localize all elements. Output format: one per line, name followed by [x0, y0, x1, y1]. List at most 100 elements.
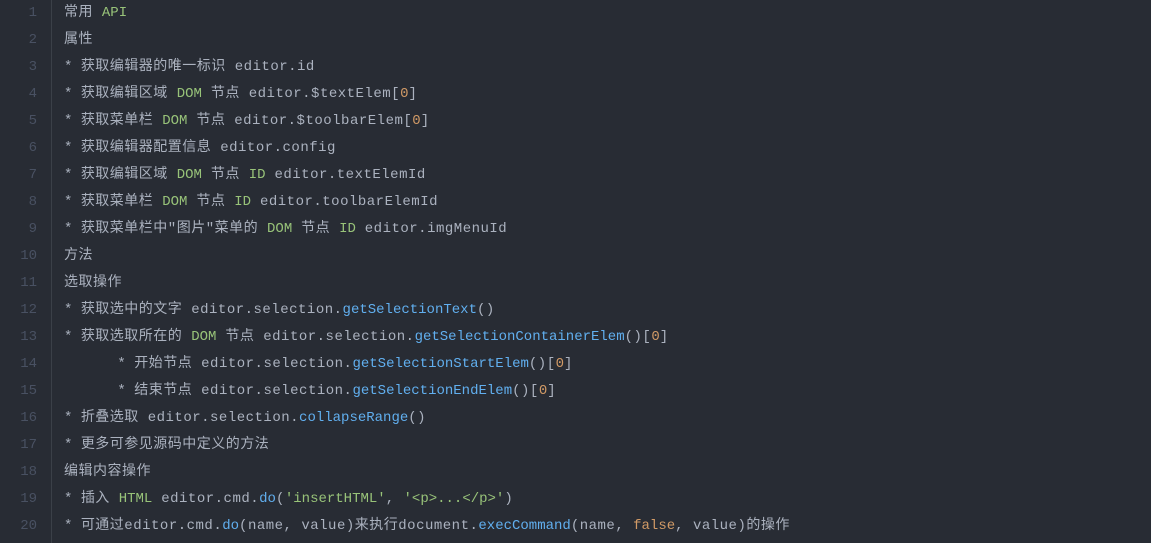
code-token: false	[633, 518, 675, 534]
code-token: *	[64, 140, 81, 156]
line-number: 5	[0, 108, 37, 135]
code-token: ]	[408, 86, 417, 102]
code-line[interactable]: * 获取编辑区域 DOM 节点 ID editor.textElemId	[64, 162, 1151, 189]
line-number: 13	[0, 324, 37, 351]
code-line[interactable]: 编辑内容操作	[64, 459, 1151, 486]
code-token: API	[102, 5, 127, 21]
line-number: 12	[0, 297, 37, 324]
line-number: 6	[0, 135, 37, 162]
code-token: DOM	[162, 113, 187, 129]
code-token: ]	[660, 329, 669, 345]
code-token: *	[64, 221, 81, 237]
code-token: ]	[421, 113, 430, 129]
line-number: 10	[0, 243, 37, 270]
code-line[interactable]: * 可通过editor.cmd.do(name, value)来执行docume…	[64, 513, 1151, 540]
code-line[interactable]: * 插入 HTML editor.cmd.do('insertHTML', '<…	[64, 486, 1151, 513]
code-token: 获取选中的文字 editor.selection.	[81, 302, 343, 318]
code-token	[64, 356, 117, 372]
code-token: do	[259, 491, 276, 507]
code-token: 0	[651, 329, 659, 345]
code-line[interactable]: * 结束节点 editor.selection.getSelectionEndE…	[64, 378, 1151, 405]
code-line[interactable]: * 获取菜单栏中"图片"菜单的 DOM 节点 ID editor.imgMenu…	[64, 216, 1151, 243]
code-token: 节点 editor.selection.	[216, 329, 414, 345]
code-line[interactable]: * 开始节点 editor.selection.getSelectionStar…	[64, 351, 1151, 378]
code-token: ()[	[529, 356, 556, 372]
code-token: 获取编辑区域	[81, 86, 177, 102]
code-line[interactable]: * 获取菜单栏 DOM 节点 editor.$toolbarElem[0]	[64, 108, 1151, 135]
line-number: 7	[0, 162, 37, 189]
code-line[interactable]: * 更多可参见源码中定义的方法	[64, 432, 1151, 459]
code-line[interactable]: * 获取编辑器的唯一标识 editor.id	[64, 54, 1151, 81]
code-token: 编辑内容操作	[64, 464, 151, 480]
code-line[interactable]: 方法	[64, 243, 1151, 270]
code-token: *	[64, 491, 81, 507]
code-token: ,	[386, 491, 404, 507]
line-number: 1	[0, 0, 37, 27]
code-editor[interactable]: 1234567891011121314151617181920 常用 API属性…	[0, 0, 1151, 543]
code-token: DOM	[177, 167, 202, 183]
code-token: DOM	[191, 329, 216, 345]
code-line[interactable]: * 获取菜单栏 DOM 节点 ID editor.toolbarElemId	[64, 189, 1151, 216]
code-token: 节点	[187, 194, 234, 210]
code-token: ()[	[625, 329, 652, 345]
code-token: )	[504, 491, 513, 507]
code-line[interactable]: * 获取选中的文字 editor.selection.getSelectionT…	[64, 297, 1151, 324]
code-token: 节点 editor.$textElem[	[202, 86, 400, 102]
code-token: 获取菜单栏中"图片"菜单的	[81, 221, 267, 237]
code-token: 获取编辑器的唯一标识 editor.id	[81, 59, 315, 75]
code-token: editor.imgMenuId	[356, 221, 507, 237]
line-number: 18	[0, 459, 37, 486]
code-token: 获取选取所在的	[81, 329, 191, 345]
code-token: ID	[234, 194, 251, 210]
code-token: 节点	[292, 221, 339, 237]
code-token: DOM	[267, 221, 292, 237]
code-token: *	[117, 383, 134, 399]
code-token: 可通过editor.cmd.	[81, 518, 222, 534]
code-token: getSelectionStartElem	[352, 356, 528, 372]
code-token: getSelectionText	[343, 302, 477, 318]
code-token: *	[64, 86, 81, 102]
code-line[interactable]: * 折叠选取 editor.selection.collapseRange()	[64, 405, 1151, 432]
line-number: 16	[0, 405, 37, 432]
code-token: 更多可参见源码中定义的方法	[81, 437, 270, 453]
code-token: collapseRange	[299, 410, 408, 426]
line-number: 2	[0, 27, 37, 54]
code-line[interactable]: 属性	[64, 27, 1151, 54]
code-token: ]	[564, 356, 573, 372]
code-token: (name, value)来执行document.	[239, 518, 478, 534]
code-token: *	[64, 410, 81, 426]
code-area[interactable]: 常用 API属性* 获取编辑器的唯一标识 editor.id* 获取编辑区域 D…	[52, 0, 1151, 543]
code-token: 选取操作	[64, 275, 122, 291]
code-line[interactable]: 常用 API	[64, 0, 1151, 27]
code-line[interactable]: * 获取编辑器配置信息 editor.config	[64, 135, 1151, 162]
code-token: *	[64, 437, 81, 453]
code-line[interactable]: * 获取编辑区域 DOM 节点 editor.$textElem[0]	[64, 81, 1151, 108]
code-token: 开始节点 editor.selection.	[134, 356, 352, 372]
code-token: 节点 editor.$toolbarElem[	[187, 113, 412, 129]
code-token: 0	[539, 383, 547, 399]
line-number-gutter: 1234567891011121314151617181920	[0, 0, 52, 543]
line-number: 15	[0, 378, 37, 405]
code-token: 方法	[64, 248, 93, 264]
code-token: 0	[412, 113, 420, 129]
code-token: 插入	[81, 491, 119, 507]
code-token: DOM	[162, 194, 187, 210]
code-token: DOM	[177, 86, 202, 102]
code-token: editor.toolbarElemId	[251, 194, 438, 210]
code-token: 获取菜单栏	[81, 194, 162, 210]
code-token: '<p>...</p>'	[404, 491, 505, 507]
code-token: ]	[547, 383, 556, 399]
code-token: ()	[477, 302, 495, 318]
line-number: 8	[0, 189, 37, 216]
line-number: 11	[0, 270, 37, 297]
code-token: 'insertHTML'	[285, 491, 386, 507]
code-token: 获取编辑器配置信息 editor.config	[81, 140, 336, 156]
code-token: HTML	[119, 491, 153, 507]
code-token: (name,	[571, 518, 633, 534]
code-line[interactable]: 选取操作	[64, 270, 1151, 297]
code-token: 获取编辑区域	[81, 167, 177, 183]
code-token: do	[222, 518, 239, 534]
code-token	[64, 383, 117, 399]
code-line[interactable]: * 获取选取所在的 DOM 节点 editor.selection.getSel…	[64, 324, 1151, 351]
code-token: execCommand	[478, 518, 570, 534]
